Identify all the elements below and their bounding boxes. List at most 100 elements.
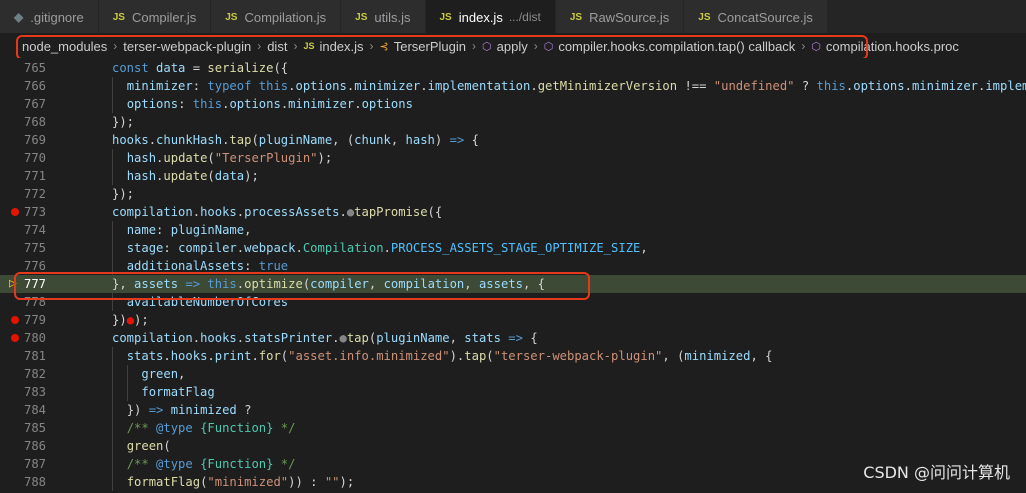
code-token: ● bbox=[126, 313, 135, 327]
line-gutter[interactable]: 784 bbox=[0, 401, 58, 419]
breadcrumb-item[interactable]: ⬡ compilation.hooks.proc bbox=[811, 39, 959, 54]
breakpoint-icon[interactable] bbox=[11, 208, 19, 216]
breadcrumb-item[interactable]: ⬡ compiler.hooks.compilation.tap() callba… bbox=[544, 39, 796, 54]
code-token: ); bbox=[339, 475, 355, 489]
breadcrumb-item[interactable]: node_modules bbox=[22, 39, 107, 54]
code-line[interactable]: ▷ 777}, assets => this.optimize(compiler,… bbox=[0, 275, 1026, 293]
tab-rawsource-js[interactable]: JS RawSource.js bbox=[555, 0, 685, 33]
line-gutter[interactable]: 776 bbox=[0, 257, 58, 275]
line-gutter[interactable]: 781 bbox=[0, 347, 58, 365]
line-number: 769 bbox=[23, 133, 46, 147]
code-line[interactable]: 783 formatFlag bbox=[0, 383, 1026, 401]
code-editor[interactable]: 765 const data = serialize({766 minimizer… bbox=[0, 58, 1026, 493]
line-gutter[interactable]: 766 bbox=[0, 77, 58, 95]
code-line[interactable]: 767 options: this.options.minimizer.opti… bbox=[0, 95, 1026, 113]
breadcrumb-item[interactable]: ⬡ apply bbox=[482, 39, 528, 54]
tab-gitignore[interactable]: ◆ .gitignore bbox=[0, 0, 99, 33]
code-token: ? bbox=[794, 79, 817, 93]
chevron-right-icon: › bbox=[293, 39, 298, 53]
tab-compiler-js[interactable]: JS Compiler.js bbox=[98, 0, 212, 33]
tab-utils-js[interactable]: JS utils.js bbox=[341, 0, 426, 33]
code-text: /** @type {Function} */ bbox=[58, 455, 295, 473]
breadcrumb-item[interactable]: terser-webpack-plugin bbox=[123, 39, 251, 54]
line-gutter[interactable]: 767 bbox=[0, 95, 58, 113]
code-line[interactable]: 768}); bbox=[0, 113, 1026, 131]
breakpoint-icon[interactable] bbox=[11, 334, 19, 342]
code-line[interactable]: 781 stats.hooks.print.for("asset.info.mi… bbox=[0, 347, 1026, 365]
code-token: green bbox=[126, 439, 164, 453]
line-gutter[interactable]: 774 bbox=[0, 221, 58, 239]
code-line[interactable]: 771 hash.update(data); bbox=[0, 167, 1026, 185]
line-gutter[interactable]: 786 bbox=[0, 437, 58, 455]
code-token: stats bbox=[464, 331, 501, 345]
code-line[interactable]: 780 compilation.hooks.statsPrinter.●tap(p… bbox=[0, 329, 1026, 347]
tab-concatsource-js[interactable]: JS ConcatSource.js bbox=[684, 0, 828, 33]
breadcrumb-item[interactable]: dist bbox=[267, 39, 287, 54]
code-token: /** bbox=[126, 421, 157, 435]
code-token: : bbox=[178, 97, 193, 111]
line-gutter[interactable]: 768 bbox=[0, 113, 58, 131]
code-line[interactable]: 775 stage: compiler.webpack.Compilation.… bbox=[0, 239, 1026, 257]
code-line[interactable]: 770 hash.update("TerserPlugin"); bbox=[0, 149, 1026, 167]
code-token: serialize bbox=[207, 61, 274, 75]
code-text: hash.update(data); bbox=[58, 167, 259, 185]
code-token: . bbox=[163, 349, 171, 363]
code-line[interactable]: 784 }) => minimized ? bbox=[0, 401, 1026, 419]
code-token: pluginName bbox=[376, 331, 450, 345]
line-gutter[interactable]: 788 bbox=[0, 473, 58, 491]
breadcrumb-item[interactable]: JS index.js bbox=[303, 39, 363, 54]
js-icon: JS bbox=[569, 11, 583, 23]
line-gutter[interactable]: 775 bbox=[0, 239, 58, 257]
code-token: , { bbox=[523, 277, 546, 291]
code-token: processAssets bbox=[244, 205, 340, 219]
line-gutter[interactable]: 780 bbox=[0, 329, 58, 347]
chevron-right-icon: › bbox=[113, 39, 118, 53]
code-line[interactable]: 778 availableNumberOfCores bbox=[0, 293, 1026, 311]
code-line[interactable]: 786 green( bbox=[0, 437, 1026, 455]
code-line[interactable]: 782 green, bbox=[0, 365, 1026, 383]
line-gutter[interactable]: 769 bbox=[0, 131, 58, 149]
code-line[interactable]: 774 name: pluginName, bbox=[0, 221, 1026, 239]
line-gutter[interactable]: 779 bbox=[0, 311, 58, 329]
breadcrumb-item[interactable]: ⊰ TerserPlugin bbox=[380, 39, 466, 54]
code-token: ) bbox=[434, 133, 450, 147]
code-line[interactable]: 773 compilation.hooks.processAssets.●tapP… bbox=[0, 203, 1026, 221]
line-gutter[interactable]: 770 bbox=[0, 149, 58, 167]
indent-guide bbox=[112, 347, 113, 365]
code-token: "undefined" bbox=[713, 79, 795, 93]
line-gutter[interactable]: 765 bbox=[0, 59, 58, 77]
code-line[interactable]: 765 const data = serialize({ bbox=[0, 59, 1026, 77]
tab-index-js[interactable]: JS index.js .../dist bbox=[425, 0, 556, 33]
code-text: stage: compiler.webpack.Compilation.PROC… bbox=[58, 239, 648, 257]
code-token: : bbox=[192, 79, 208, 93]
code-token: , bbox=[390, 133, 406, 147]
breadcrumb-label: node_modules bbox=[22, 38, 108, 54]
line-gutter[interactable]: 787 bbox=[0, 455, 58, 473]
code-text: }); bbox=[58, 113, 134, 131]
code-token: implementation bbox=[427, 79, 531, 93]
code-text: formatFlag bbox=[58, 383, 215, 401]
code-token: Compilation bbox=[302, 241, 384, 255]
line-gutter[interactable]: 783 bbox=[0, 383, 58, 401]
code-token: : bbox=[156, 223, 171, 237]
tab-compilation-js[interactable]: JS Compilation.js bbox=[211, 0, 342, 33]
breakpoint-icon[interactable] bbox=[11, 316, 19, 324]
indent-guide bbox=[112, 257, 113, 275]
line-gutter[interactable]: 778 bbox=[0, 293, 58, 311]
line-gutter[interactable]: ▷ 777 bbox=[0, 275, 58, 293]
line-gutter[interactable]: 773 bbox=[0, 203, 58, 221]
line-gutter[interactable]: 771 bbox=[0, 167, 58, 185]
code-token: { bbox=[522, 331, 538, 345]
code-line[interactable]: 785 /** @type {Function} */ bbox=[0, 419, 1026, 437]
code-line[interactable]: 769 hooks.chunkHash.tap(pluginName, (chun… bbox=[0, 131, 1026, 149]
code-line[interactable]: 779})●); bbox=[0, 311, 1026, 329]
code-line[interactable]: 766 minimizer: typeof this.options.minim… bbox=[0, 77, 1026, 95]
code-line[interactable]: 772}); bbox=[0, 185, 1026, 203]
code-token: this bbox=[258, 79, 289, 93]
line-gutter[interactable]: 785 bbox=[0, 419, 58, 437]
line-gutter[interactable]: 782 bbox=[0, 365, 58, 383]
code-line[interactable]: 776 additionalAssets: true bbox=[0, 257, 1026, 275]
line-gutter[interactable]: 772 bbox=[0, 185, 58, 203]
breadcrumb: node_modules › terser-webpack-plugin › dist ›… bbox=[0, 35, 1026, 57]
